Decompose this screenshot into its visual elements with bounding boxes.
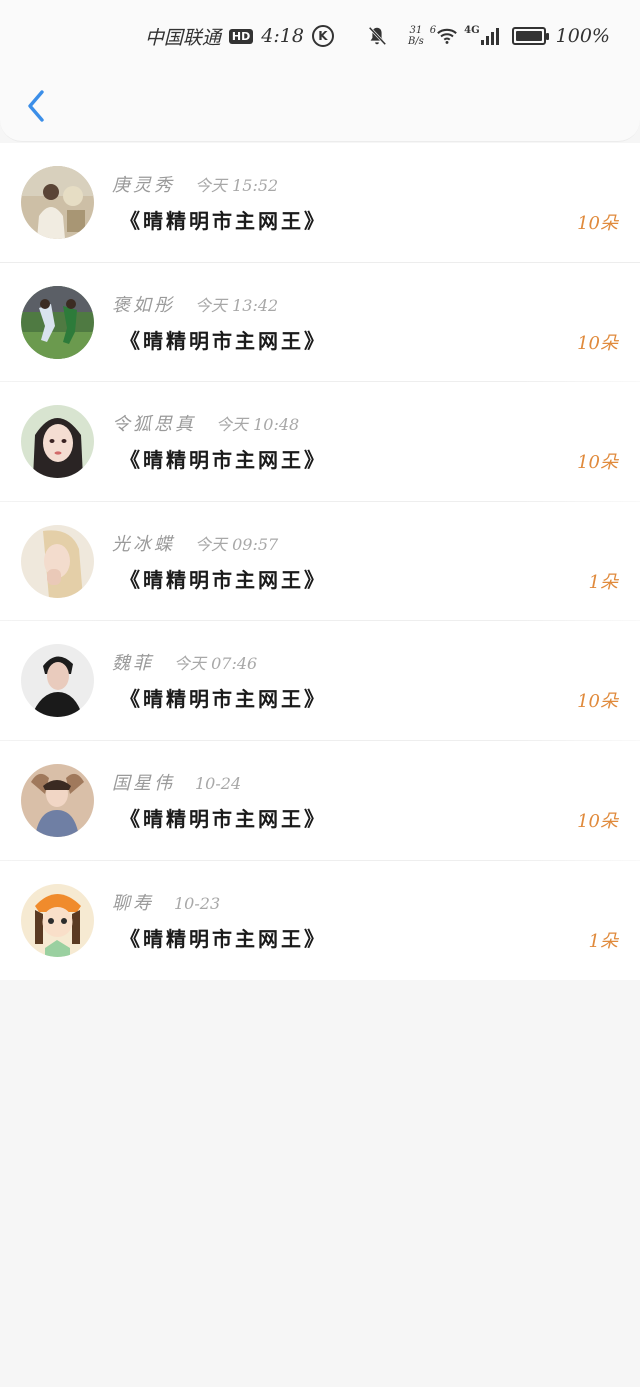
avatar[interactable]: [21, 644, 94, 718]
avatar[interactable]: [21, 405, 94, 479]
sender-name: 聊寿: [112, 892, 154, 914]
flower-count: 1朵: [588, 571, 618, 593]
book-title: 《晴精明市主网王》: [120, 926, 327, 951]
item-meta: 庚灵秀 今天 15:52: [112, 171, 278, 197]
list-item[interactable]: 令狐思真 今天 10:48 《晴精明市主网王》 10朵: [0, 382, 640, 502]
cellular-label: 4G: [464, 25, 480, 36]
signal-icon: [480, 28, 499, 45]
sender-name: 令狐思真: [112, 414, 196, 436]
carrier-label: 中国联通: [144, 26, 221, 49]
nav-header: [0, 70, 640, 142]
list-item[interactable]: 国星伟 10-24 《晴精明市主网王》 10朵: [0, 741, 640, 861]
avatar[interactable]: [21, 285, 94, 359]
flower-count: 10朵: [577, 452, 618, 474]
system-icons: 31 B/s 6 4G 100%: [366, 25, 610, 47]
send-time: 今天 15:52: [195, 176, 279, 195]
send-time: 今天 13:42: [195, 295, 279, 315]
k-app-icon: K: [311, 25, 334, 47]
list-item[interactable]: 褒如彤 今天 13:42 《晴精明市主网王》 10朵: [0, 263, 640, 383]
list-item[interactable]: 庚灵秀 今天 15:52 《晴精明市主网王》 10朵: [0, 143, 640, 263]
item-meta: 聊寿 10-23: [112, 889, 220, 915]
list-item[interactable]: 魏菲 今天 07:46 《晴精明市主网王》 10朵: [0, 621, 640, 741]
item-meta: 国星伟 10-24: [112, 769, 241, 795]
sender-name: 魏菲: [112, 653, 154, 675]
book-title: 《晴精明市主网王》: [120, 328, 327, 353]
sender-name: 庚灵秀: [112, 175, 175, 196]
flower-count: 10朵: [577, 691, 618, 713]
battery-level: [515, 31, 542, 41]
avatar[interactable]: [21, 763, 94, 837]
back-button[interactable]: [18, 84, 54, 128]
send-time: 今天 10:48: [216, 415, 300, 435]
book-title: 《晴精明市主网王》: [120, 567, 327, 592]
book-title: 《晴精明市主网王》: [120, 687, 327, 712]
clock: 4:18: [261, 25, 304, 47]
avatar[interactable]: [21, 166, 94, 239]
send-time: 10-24: [195, 773, 242, 793]
send-time: 今天 07:46: [174, 654, 258, 674]
list-item[interactable]: 聊寿 10-23 《晴精明市主网王》 1朵: [0, 861, 640, 981]
wifi-group: 6: [430, 26, 458, 46]
sender-name: 光冰蝶: [112, 533, 175, 555]
book-title: 《晴精明市主网王》: [120, 806, 327, 831]
item-meta: 褒如彤 今天 13:42: [112, 291, 278, 317]
speed-unit: B/s: [407, 36, 424, 47]
avatar[interactable]: [21, 524, 94, 598]
hd-badge: HD: [228, 28, 254, 44]
book-title: 《晴精明市主网王》: [120, 448, 327, 473]
flower-count: 10朵: [577, 332, 618, 354]
item-meta: 魏菲 今天 07:46: [112, 649, 257, 675]
battery-icon: [511, 27, 549, 45]
item-meta: 令狐思真 今天 10:48: [112, 410, 299, 436]
list-item[interactable]: 光冰蝶 今天 09:57 《晴精明市主网王》 1朵: [0, 502, 640, 622]
avatar[interactable]: [21, 883, 94, 957]
chevron-left-icon: [28, 90, 44, 122]
flower-count: 1朵: [588, 930, 618, 952]
network-speed: 31 B/s: [408, 25, 424, 47]
item-meta: 光冰蝶 今天 09:57: [112, 530, 278, 556]
status-items: 中国联通 HD 4:18 K 31 B/s 6 4G 100%: [145, 22, 610, 50]
book-title: 《晴精明市主网王》: [120, 209, 327, 233]
flower-count: 10朵: [577, 810, 618, 832]
battery-percent: 100%: [555, 25, 610, 47]
send-time: 10-23: [174, 893, 221, 913]
speed-value: 31: [409, 25, 423, 36]
gift-record-list: 庚灵秀 今天 15:52 《晴精明市主网王》 10朵 褒如彤 今天 13:42 …: [0, 143, 640, 981]
sender-name: 国星伟: [112, 772, 175, 794]
cellular-group: 4G: [464, 26, 500, 46]
mute-bell-icon: [368, 26, 387, 46]
status-bar: 中国联通 HD 4:18 K 31 B/s 6 4G 100%: [0, 0, 640, 70]
wifi-icon: [437, 28, 458, 44]
send-time: 今天 09:57: [195, 534, 279, 554]
flower-count: 10朵: [577, 213, 618, 234]
sender-name: 褒如彤: [112, 294, 175, 316]
